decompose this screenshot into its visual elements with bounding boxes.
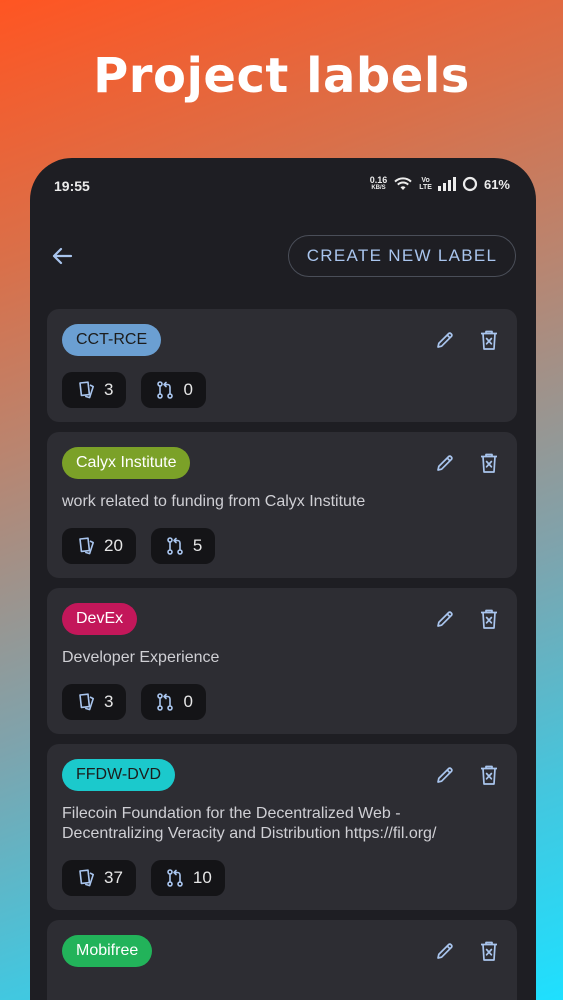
trash-icon	[481, 330, 497, 350]
pencil-icon	[437, 332, 453, 348]
status-bar: 19:55 0.16 KB/S Vo LTE 61%	[30, 158, 536, 214]
pull-request-icon	[157, 693, 174, 711]
pull-request-count-pill: 0	[141, 372, 206, 408]
network-speed-unit: KB/S	[371, 185, 386, 191]
pull-request-count-pill: 0	[141, 684, 206, 720]
label-card-cct-rce: CCT-RCE 3 0	[47, 309, 517, 422]
ticket-count-pill: 37	[62, 860, 136, 896]
toolbar: CREATE NEW LABEL	[30, 234, 536, 278]
label-actions	[434, 452, 500, 474]
status-time: 19:55	[54, 178, 90, 194]
phone-screen: 19:55 0.16 KB/S Vo LTE 61% CREATE NEW LA…	[30, 158, 536, 1000]
network-speed-value: 0.16	[369, 175, 388, 185]
pull-request-count: 0	[183, 380, 193, 399]
tickets-icon	[79, 869, 94, 887]
signal-icon	[437, 177, 456, 191]
pull-request-icon	[167, 537, 183, 555]
label-card-devex: DevEx Developer Experience 3 0	[47, 588, 517, 734]
volte-top: Vo	[421, 177, 430, 184]
label-card-header: Calyx Institute	[62, 447, 502, 479]
pull-request-count: 5	[192, 536, 203, 555]
label-counts: 20 5	[62, 528, 502, 564]
network-speed: 0.16 KB/S	[370, 176, 388, 192]
pencil-icon	[437, 943, 453, 959]
ticket-count: 3	[104, 692, 114, 711]
label-chip: Calyx Institute	[62, 447, 191, 479]
label-description: Filecoin Foundation for the Decentralize…	[62, 805, 437, 842]
label-chip: FFDW-DVD	[62, 759, 176, 791]
ticket-count-pill: 3	[62, 684, 127, 720]
ticket-count: 20	[104, 536, 123, 555]
tickets-icon	[79, 537, 94, 555]
label-counts: 3 0	[62, 372, 502, 408]
edit-label-button[interactable]	[434, 940, 456, 962]
label-card-header: CCT-RCE	[62, 324, 502, 356]
status-icons: 0.16 KB/S Vo LTE 61%	[370, 176, 510, 192]
pencil-icon	[437, 767, 453, 783]
tickets-icon	[79, 381, 94, 399]
tickets-icon	[79, 693, 94, 711]
label-actions	[434, 329, 500, 351]
trash-icon	[481, 941, 497, 961]
page-headline: Project labels	[93, 48, 470, 104]
pull-request-icon	[157, 381, 174, 399]
pull-request-count: 10	[192, 868, 212, 887]
label-card-header: Mobifree	[62, 935, 502, 967]
label-chip: DevEx	[62, 603, 138, 635]
ticket-count-pill: 3	[62, 372, 127, 408]
label-chip: Mobifree	[62, 935, 153, 967]
delete-label-button[interactable]	[478, 329, 500, 351]
volte-bottom: LTE	[419, 184, 432, 191]
label-card-calyx-institute: Calyx Institute work related to funding …	[47, 432, 517, 578]
ticket-count-pill: 20	[62, 528, 136, 564]
label-actions	[434, 940, 500, 962]
label-card-ffdw-dvd: FFDW-DVD Filecoin Foundation for the Dec…	[47, 744, 517, 910]
label-card-mobifree: Mobifree	[47, 920, 517, 1000]
ticket-count: 3	[104, 380, 114, 399]
label-description: work related to funding from Calyx Insti…	[62, 493, 366, 510]
volte-indicator: Vo LTE	[419, 177, 432, 191]
label-actions	[434, 764, 500, 786]
delete-label-button[interactable]	[478, 608, 500, 630]
label-card-header: FFDW-DVD	[62, 759, 502, 791]
arrow-left-icon	[52, 247, 73, 265]
pull-request-count-pill: 5	[150, 528, 216, 564]
delete-label-button[interactable]	[478, 764, 500, 786]
edit-label-button[interactable]	[434, 452, 456, 474]
label-actions	[434, 608, 500, 630]
pull-request-icon	[167, 869, 183, 887]
label-counts: 37 10	[62, 860, 502, 896]
create-new-label-button[interactable]: CREATE NEW LABEL	[288, 235, 516, 277]
pull-request-count: 0	[183, 692, 193, 711]
label-description: Developer Experience	[62, 649, 220, 666]
label-counts: 3 0	[62, 684, 502, 720]
delete-label-button[interactable]	[478, 940, 500, 962]
pencil-icon	[437, 455, 453, 471]
pull-request-count-pill: 10	[150, 860, 225, 896]
trash-icon	[481, 453, 497, 473]
label-chip: CCT-RCE	[62, 324, 162, 356]
battery-ring-icon	[462, 176, 478, 192]
edit-label-button[interactable]	[434, 608, 456, 630]
ticket-count: 37	[104, 868, 123, 887]
edit-label-button[interactable]	[434, 764, 456, 786]
pencil-icon	[437, 611, 453, 627]
trash-icon	[481, 765, 497, 785]
label-card-header: DevEx	[62, 603, 502, 635]
battery-percent: 61%	[483, 176, 510, 192]
trash-icon	[481, 609, 497, 629]
label-list: CCT-RCE 3 0 Calyx Institute work related…	[47, 309, 517, 1000]
back-button[interactable]	[48, 242, 76, 270]
edit-label-button[interactable]	[434, 329, 456, 351]
wifi-icon	[394, 177, 412, 190]
delete-label-button[interactable]	[478, 452, 500, 474]
